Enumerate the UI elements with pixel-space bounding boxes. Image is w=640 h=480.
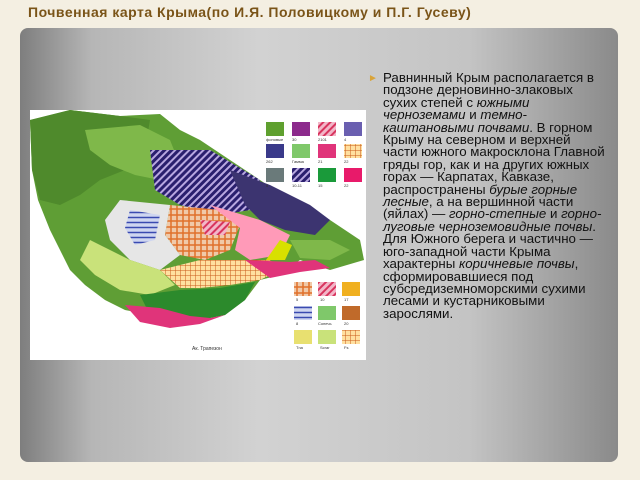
legend-label: 10 <box>320 297 325 302</box>
map-regions <box>30 110 364 328</box>
body-text: ► Равнинный Крым располагается в подзоне… <box>368 71 606 320</box>
slide-title: Почвенная карта Крыма(по И.Я. Половицком… <box>28 4 472 20</box>
legend-label: Tna <box>296 345 304 350</box>
legend-label: 30 <box>292 137 297 142</box>
legend-label: 10-11 <box>292 183 303 188</box>
soil-map: фонoвые 30 2101 4 262 Гамма 21 22 8 10-1… <box>30 110 366 360</box>
legend-label: 262 <box>266 159 273 164</box>
legend-label: фонoвые <box>266 137 284 142</box>
legend-label: Fs <box>344 345 348 350</box>
legend-label: 21 <box>318 159 323 164</box>
legend-label: 15 <box>318 183 323 188</box>
crimea-map-svg: фонoвые 30 2101 4 262 Гамма 21 22 8 10-1… <box>30 110 364 352</box>
legend-label: 22 <box>344 183 349 188</box>
legend-label: 20 <box>344 321 349 326</box>
legend-label: 22 <box>344 159 349 164</box>
legend-bottom: 5 10 17 8 Coпечь 20 Tna Scrar Fs <box>294 282 360 350</box>
legend-top: фонoвые 30 2101 4 262 Гамма 21 22 8 10-1… <box>266 122 362 188</box>
legend-label: Гамма <box>292 159 305 164</box>
body-paragraph: Равнинный Крым располагается в подзоне д… <box>383 71 606 320</box>
legend-label: 2101 <box>318 137 328 142</box>
legend-label: 4 <box>344 137 347 142</box>
legend-label: 17 <box>344 297 349 302</box>
legend-label: Coпечь <box>318 321 332 326</box>
map-place-label: Ак. Трапезон <box>192 346 222 352</box>
legend-label: 5 <box>296 297 299 302</box>
legend-label: Scrar <box>320 345 330 350</box>
bullet-icon: ► <box>368 73 378 84</box>
legend-label: 8 <box>296 321 299 326</box>
